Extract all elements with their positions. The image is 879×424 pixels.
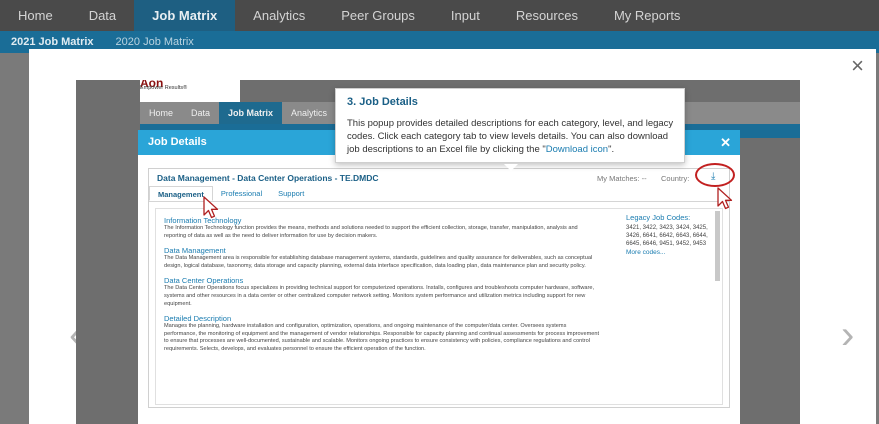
callout-download-link[interactable]: Download icon xyxy=(546,144,608,155)
section-body-it: The Information Technology function prov… xyxy=(164,225,578,239)
nav-item-peer-groups[interactable]: Peer Groups xyxy=(323,0,433,31)
cursor-icon xyxy=(203,196,219,219)
nav-item-job-matrix[interactable]: Job Matrix xyxy=(134,0,236,31)
top-nav: Home Data Job Matrix Analytics Peer Grou… xyxy=(0,0,879,31)
nav-item-my-reports[interactable]: My Reports xyxy=(596,0,698,31)
embedded-nav-analytics: Analytics xyxy=(291,108,328,118)
legacy-codes-box: Legacy Job Codes: 3421, 3422, 3423, 3424… xyxy=(626,213,716,256)
job-description-content[interactable]: Information Technology The Information T… xyxy=(155,208,723,405)
section-body-data-management: The Data Management area is responsible … xyxy=(164,255,593,269)
country-label: Country: xyxy=(661,174,690,183)
close-icon[interactable]: × xyxy=(851,55,864,77)
cursor-icon xyxy=(717,187,733,210)
callout-text-after: ". xyxy=(608,144,615,155)
callout-text-before: This popup provides detailed description… xyxy=(347,118,674,155)
job-details-panel: Data Management - Data Center Operations… xyxy=(148,163,735,408)
chevron-right-icon[interactable]: › xyxy=(841,315,854,355)
callout-text: This popup provides detailed description… xyxy=(347,117,677,156)
nav-item-analytics[interactable]: Analytics xyxy=(235,0,323,31)
section-body-data-center-ops: The Data Center Operations focus special… xyxy=(164,285,595,307)
tutorial-callout: 3. Job Details This popup provides detai… xyxy=(335,88,685,171)
job-details-modal: Job Details ✕ Data Management - Data Cen… xyxy=(138,130,740,424)
description-sections: Information Technology The Information T… xyxy=(164,213,600,360)
section-body-detailed: Manages the planning, hardware installat… xyxy=(164,323,600,352)
embedded-nav-home: Home xyxy=(149,108,174,118)
highlight-ring xyxy=(695,163,735,187)
category-tabs: Management Professional Support xyxy=(149,186,729,202)
legacy-codes-heading: Legacy Job Codes: xyxy=(626,213,691,222)
embedded-nav-data: Data xyxy=(191,108,211,118)
tab-support[interactable]: Support xyxy=(270,186,312,201)
legacy-codes-list: 3421, 3422, 3423, 3424, 3425, 3426, 6641… xyxy=(626,225,708,247)
nav-item-home[interactable]: Home xyxy=(0,0,71,31)
close-icon[interactable]: ✕ xyxy=(720,130,731,155)
section-heading-detailed: Detailed Description xyxy=(164,314,232,324)
section-heading-it: Information Technology xyxy=(164,216,242,225)
logo-tagline: Empower Results® xyxy=(140,85,188,91)
callout-title: 3. Job Details xyxy=(347,96,418,108)
section-heading-data-management: Data Management xyxy=(164,246,226,256)
job-title: Data Management - Data Center Operations… xyxy=(157,173,379,183)
nav-item-resources[interactable]: Resources xyxy=(498,0,596,31)
aon-logo: Aon Empower Results® xyxy=(140,80,240,102)
nav-item-input[interactable]: Input xyxy=(433,0,498,31)
job-details-title: Job Details xyxy=(148,136,207,148)
nav-item-data[interactable]: Data xyxy=(71,0,134,31)
more-codes-link[interactable]: More codes... xyxy=(626,249,716,256)
my-matches: My Matches: -- xyxy=(597,174,647,183)
content-scrollbar[interactable] xyxy=(715,211,720,281)
embedded-nav-job-matrix: Job Matrix xyxy=(219,102,283,124)
section-heading-data-center-ops: Data Center Operations xyxy=(164,276,244,286)
